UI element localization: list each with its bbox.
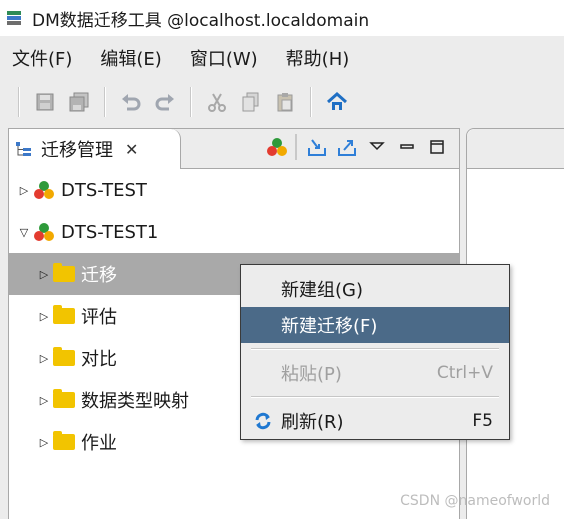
chevron-right-icon[interactable]: ▷ <box>35 352 53 365</box>
copy-button[interactable] <box>238 89 264 115</box>
save-all-icon <box>69 92 89 112</box>
chevron-right-icon[interactable]: ▷ <box>35 268 53 281</box>
folder-icon <box>53 347 75 369</box>
menu-item-label: 新建迁移(F) <box>281 316 378 337</box>
chevron-right-icon[interactable]: ▷ <box>35 394 53 407</box>
tree-view-icon <box>15 140 33 158</box>
redo-button[interactable] <box>152 89 178 115</box>
menu-item-shortcut: F5 <box>472 411 493 431</box>
tree-node-label: 作业 <box>81 433 117 454</box>
cut-icon <box>208 93 226 112</box>
toolbar-separator <box>18 87 20 117</box>
folder-icon <box>53 431 75 453</box>
save-icon <box>36 93 54 111</box>
view-header: 迁移管理 ✕ <box>9 129 459 169</box>
chevron-down-icon[interactable]: ▽ <box>15 226 33 239</box>
tree-node-label: 评估 <box>81 307 117 328</box>
toolbar-separator <box>104 87 106 117</box>
toolbar-separator <box>310 87 312 117</box>
menu-bar: 文件(F) 编辑(E) 窗口(W) 帮助(H) <box>0 36 564 80</box>
menu-item-shortcut: Ctrl+V <box>436 363 493 383</box>
project-icon <box>33 179 55 201</box>
view-actions-separator <box>295 134 297 160</box>
minimize-button[interactable] <box>393 133 421 161</box>
menu-item-refresh[interactable]: 刷新(R) F5 <box>241 403 509 439</box>
toolbar-separator <box>190 87 192 117</box>
tab-migration-management[interactable]: 迁移管理 ✕ <box>9 129 181 169</box>
menu-item-label: 粘贴(P) <box>281 364 342 385</box>
editor-tab-strip <box>467 129 564 169</box>
tree-node-label: DTS-TEST <box>61 179 147 201</box>
menu-file[interactable]: 文件(F) <box>8 41 76 75</box>
save-button[interactable] <box>32 89 58 115</box>
menu-item-new-migration[interactable]: 新建迁移(F) <box>241 307 509 343</box>
home-button[interactable] <box>324 89 350 115</box>
close-icon[interactable]: ✕ <box>125 140 138 159</box>
save-all-button[interactable] <box>66 89 92 115</box>
menu-item-paste[interactable]: 粘贴(P) Ctrl+V <box>241 355 509 391</box>
paste-icon <box>277 93 293 112</box>
view-actions <box>261 133 451 161</box>
chevron-right-icon[interactable]: ▷ <box>35 310 53 323</box>
menu-edit[interactable]: 编辑(E) <box>96 41 165 75</box>
tree-node-label: 迁移 <box>81 265 117 286</box>
project-icon <box>33 221 55 243</box>
context-menu: 新建组(G) 新建迁移(F) 粘贴(P) Ctrl+V 刷新(R) F5 <box>240 264 510 440</box>
folder-icon <box>53 263 75 285</box>
undo-button[interactable] <box>118 89 144 115</box>
chevron-right-icon[interactable]: ▷ <box>15 184 33 197</box>
view-menu-button[interactable] <box>363 133 391 161</box>
window-title: DM数据迁移工具 @localhost.localdomain <box>32 10 370 31</box>
connect-button[interactable] <box>263 133 291 161</box>
redo-icon <box>155 94 174 111</box>
chevron-right-icon[interactable]: ▷ <box>35 436 53 449</box>
folder-icon <box>53 305 75 327</box>
tree-node-label: 对比 <box>81 349 117 370</box>
menu-separator <box>251 348 499 350</box>
tree-node[interactable]: ▽ DTS-TEST1 <box>9 211 459 253</box>
maximize-icon <box>430 140 444 154</box>
menu-window[interactable]: 窗口(W) <box>186 41 262 75</box>
paste-button[interactable] <box>272 89 298 115</box>
undo-icon <box>122 94 141 111</box>
refresh-icon <box>253 411 273 431</box>
maximize-button[interactable] <box>423 133 451 161</box>
folder-icon <box>53 389 75 411</box>
menu-item-label: 新建组(G) <box>281 280 363 301</box>
tree-node-label: 数据类型映射 <box>81 391 189 412</box>
chevron-down-icon <box>369 142 385 151</box>
connection-icon <box>267 138 287 156</box>
cut-button[interactable] <box>204 89 230 115</box>
tree-node-label: DTS-TEST1 <box>61 221 159 243</box>
menu-separator <box>251 396 499 398</box>
menu-help[interactable]: 帮助(H) <box>282 41 354 75</box>
home-icon <box>327 91 347 110</box>
menu-item-new-group[interactable]: 新建组(G) <box>241 271 509 307</box>
minimize-icon <box>400 144 414 149</box>
export-icon <box>338 140 356 156</box>
app-logo-icon <box>6 9 22 27</box>
menu-item-label: 刷新(R) <box>281 412 344 433</box>
export-button[interactable] <box>333 133 361 161</box>
watermark: CSDN @nameofworld <box>400 493 550 509</box>
import-button[interactable] <box>303 133 331 161</box>
toolbar <box>0 80 564 124</box>
view-tab-label: 迁移管理 <box>41 140 113 161</box>
import-icon <box>308 139 326 156</box>
tree-node[interactable]: ▷ DTS-TEST <box>9 169 459 211</box>
copy-icon <box>242 92 259 112</box>
title-bar: DM数据迁移工具 @localhost.localdomain <box>0 0 564 36</box>
